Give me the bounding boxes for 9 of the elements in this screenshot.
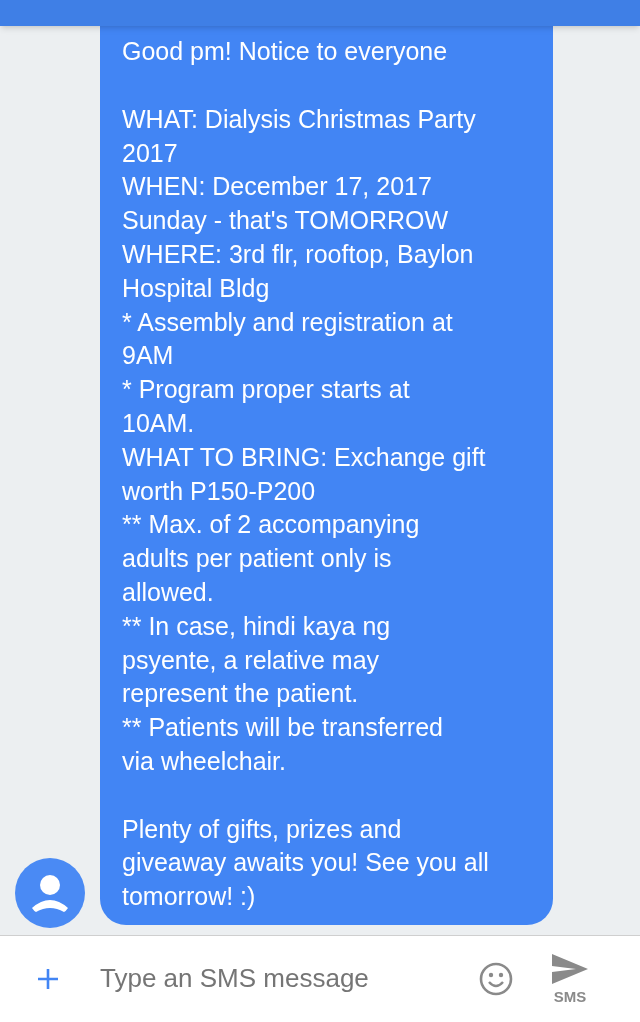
message-text: Good pm! Notice to everyone (122, 36, 449, 68)
send-button[interactable]: SMS (542, 953, 598, 1004)
message-text: Plenty of gifts, prizes and giveaway awaits you! See you all tomorrow! :) (122, 813, 490, 913)
plus-icon (36, 966, 60, 991)
message-text: WHAT: Dialysis Christmas Party 2017 WHEN: December 17, 2017 Sunday - that's TOMORROW WHERE: 3rd flr, rooftop, Baylon Hospital Bldg * Assembly and registration at 9AM * Program proper starts at 10AM. WHAT TO BRING: Exchange gift worth P150-P200 ** Max. of 2 accompanying adults per patient only is allowed. ** In case, hindi kaya ng psyente, a relative may represent the patient. ** Patients will be transferred via wheelchair. (122, 103, 487, 777)
smiley-icon (479, 961, 513, 996)
send-icon (551, 953, 589, 985)
avatar-icon (15, 858, 85, 928)
emoji-button[interactable] (478, 960, 514, 997)
